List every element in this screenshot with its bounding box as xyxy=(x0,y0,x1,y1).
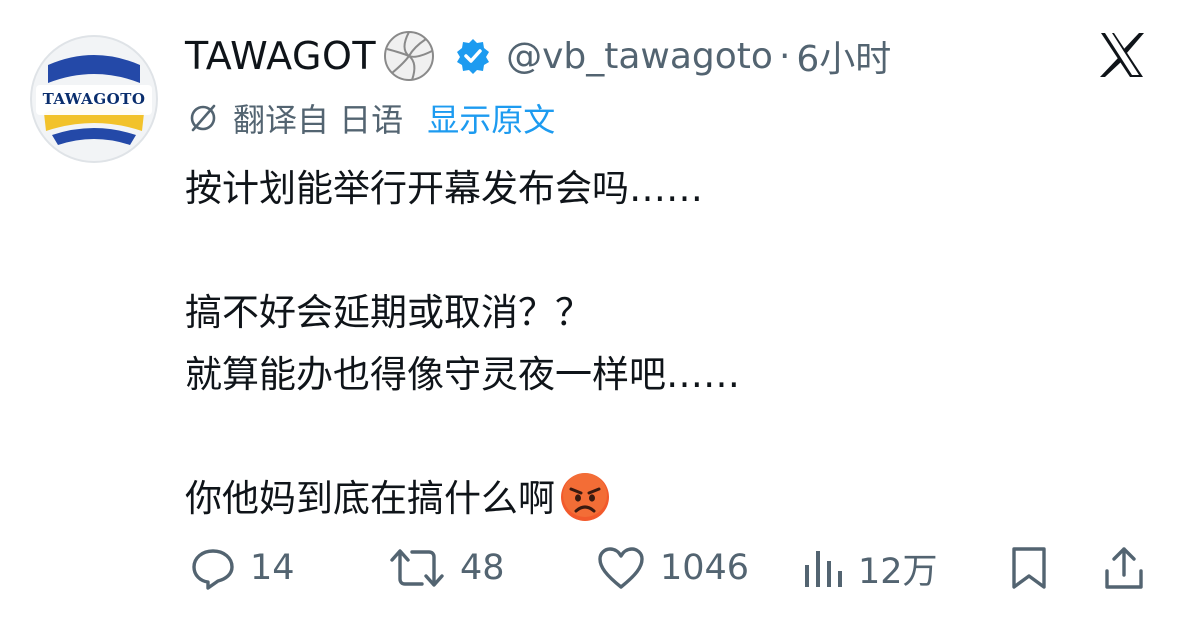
tweet-actions: 14 48 1046 12万 xyxy=(0,540,1179,596)
show-original-link[interactable]: 显示原文 xyxy=(427,95,555,141)
display-name[interactable]: TAWAGOT xyxy=(185,34,376,78)
volleyball-icon xyxy=(382,29,436,83)
tweet-line: 按计划能举行开幕发布会吗…… xyxy=(185,167,703,210)
tweet-line-with-emoji: 你他妈到底在搞什么啊 xyxy=(185,468,1085,530)
avatar-label: TAWAGOTO xyxy=(42,90,146,108)
x-logo-icon[interactable] xyxy=(1097,30,1147,80)
separator-dot: · xyxy=(778,35,791,77)
avatar[interactable]: TAWAGOTO xyxy=(30,35,158,163)
share-icon xyxy=(1105,547,1143,589)
share-button[interactable] xyxy=(1102,540,1146,596)
tweet-text: 按计划能举行开幕发布会吗…… 搞不好会延期或取消？？ 就算能办也得像守灵夜一样吧… xyxy=(185,158,1085,530)
like-count: 1046 xyxy=(660,548,750,588)
reply-button[interactable]: 14 xyxy=(190,540,295,596)
reply-count: 14 xyxy=(250,548,295,588)
tweet-header: TAWAGOT @vb_tawagoto · 6小时 xyxy=(185,28,891,84)
tweet-line: 搞不好会延期或取消？？ xyxy=(185,291,592,334)
angry-face-icon xyxy=(559,471,611,523)
verified-badge-icon xyxy=(454,37,492,75)
retweet-count: 48 xyxy=(460,548,505,588)
heart-icon xyxy=(598,547,644,589)
tweet-line: 就算能办也得像守灵夜一样吧…… xyxy=(185,353,740,396)
retweet-icon xyxy=(390,549,444,587)
tweet-time[interactable]: 6小时 xyxy=(796,30,891,82)
translate-icon xyxy=(187,102,219,134)
reply-icon xyxy=(192,549,234,590)
bookmark-icon xyxy=(1012,547,1046,589)
author-handle[interactable]: @vb_tawagoto xyxy=(506,36,773,77)
like-button[interactable]: 1046 xyxy=(596,540,749,596)
translated-from-label: 翻译自 日语 xyxy=(233,101,404,139)
tweet-line: 你他妈到底在搞什么啊 xyxy=(185,477,555,520)
views-icon xyxy=(805,551,842,587)
views-button[interactable]: 12万 xyxy=(802,540,938,596)
translation-row: 翻译自 日语 显示原文 xyxy=(187,96,555,140)
bookmark-button[interactable] xyxy=(1008,540,1050,596)
retweet-button[interactable]: 48 xyxy=(388,540,505,596)
views-count: 12万 xyxy=(858,551,938,592)
